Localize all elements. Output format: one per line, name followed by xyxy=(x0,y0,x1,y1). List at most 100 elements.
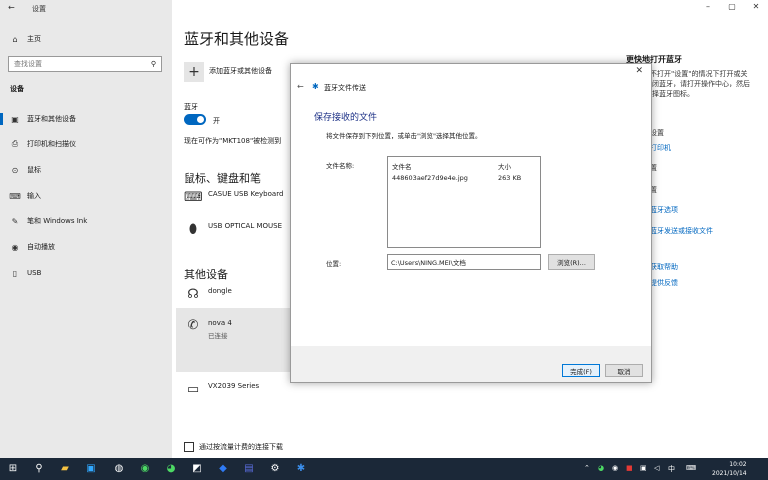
app-icon[interactable]: ◩ xyxy=(190,461,204,475)
phone-icon: ✆ xyxy=(187,318,199,333)
usb-icon: ▯ xyxy=(12,268,18,278)
dialog-close-icon[interactable]: ✕ xyxy=(635,66,643,76)
sidebar-item-label: 蓝牙和其他设备 xyxy=(27,115,76,123)
mouse-icon: ⬮ xyxy=(188,222,198,237)
section-title-other: 其他设备 xyxy=(184,268,228,281)
search-icon[interactable]: ⚲ xyxy=(151,60,156,68)
window-title: 设置 xyxy=(32,5,46,13)
metered-download-option[interactable]: 通过按流量计费的连接下载 xyxy=(184,442,283,452)
dialog-instruction: 将文件保存到下列位置，或单击"浏览"选择其他位置。 xyxy=(326,132,482,140)
page-title: 蓝牙和其他设备 xyxy=(184,30,290,48)
column-header-name[interactable]: 文件名 xyxy=(392,161,412,171)
maximize-button[interactable]: ▢ xyxy=(722,2,742,11)
sidebar-item-pen[interactable]: ✎ 笔和 Windows Ink xyxy=(0,212,172,230)
sidebar-item-label: 笔和 Windows Ink xyxy=(27,217,88,225)
bluetooth-toggle[interactable] xyxy=(184,114,206,125)
clock[interactable]: 10:02 2021/10/14 xyxy=(712,460,747,478)
file-name-cell[interactable]: 448603aef27d9e4e.jpg xyxy=(392,174,468,182)
sidebar-item-printers[interactable]: ⎙ 打印机和扫描仪 xyxy=(0,135,172,153)
settings-sidebar: ← 设置 ⌂ 主页 ⚲ 设备 ▣ 蓝牙和其他设备 ⎙ 打印机和扫描仪 ⊙ 鼠标 … xyxy=(0,0,172,458)
bluetooth-icon: ✱ xyxy=(312,82,319,91)
photoshop-icon[interactable]: ▣ xyxy=(84,461,98,475)
link-printers[interactable]: 打印机 xyxy=(650,143,671,153)
add-device-label[interactable]: 添加蓝牙或其他设备 xyxy=(209,66,272,76)
tray-icon[interactable]: ⌃ xyxy=(584,464,590,472)
ime-icon[interactable]: 中 xyxy=(668,464,675,474)
sidebar-item-label: 自动播放 xyxy=(27,243,55,251)
file-size-cell: 263 KB xyxy=(498,174,522,182)
app-icon[interactable]: ◆ xyxy=(216,461,230,475)
sidebar-item-home[interactable]: ⌂ 主页 xyxy=(0,30,172,48)
bluetooth-icon[interactable]: ✱ xyxy=(294,461,308,475)
clock-date: 2021/10/14 xyxy=(712,470,747,477)
link-get-help[interactable]: 获取帮助 xyxy=(650,262,678,272)
browser-icon[interactable]: ◉ xyxy=(138,461,152,475)
bluetooth-icon: ▣ xyxy=(11,114,19,124)
discoverable-text: 现在可作为"MKT108"被检测到 xyxy=(184,137,282,145)
minimize-button[interactable]: – xyxy=(698,2,718,11)
sidebar-item-bluetooth[interactable]: ▣ 蓝牙和其他设备 xyxy=(0,110,172,128)
mouse-icon: ⊙ xyxy=(11,165,19,175)
dialog-title: 蓝牙文件传送 xyxy=(324,84,366,92)
network-icon[interactable]: ▣ xyxy=(640,464,647,472)
keyboard-icon: ⌨ xyxy=(9,191,21,201)
column-header-size[interactable]: 大小 xyxy=(498,161,511,171)
file-list[interactable]: 文件名 大小 448603aef27d9e4e.jpg 263 KB xyxy=(387,156,541,248)
sidebar-section-title: 设备 xyxy=(10,85,24,93)
cancel-button[interactable]: 取消 xyxy=(605,364,643,377)
metered-label: 通过按流量计费的连接下载 xyxy=(199,443,283,451)
files-label: 文件名称: xyxy=(326,162,355,170)
app-icon[interactable]: ▤ xyxy=(242,461,256,475)
wechat-tray-icon[interactable]: ◕ xyxy=(598,464,604,472)
windows-start-icon[interactable]: ⊞ xyxy=(6,461,20,475)
device-nova[interactable]: nova 4 xyxy=(208,319,232,327)
related-text: 择蓝牙图标。 xyxy=(652,90,694,98)
link-feedback[interactable]: 提供反馈 xyxy=(650,278,678,288)
tray-icon[interactable]: ◉ xyxy=(612,464,618,472)
settings-icon[interactable]: ⚙ xyxy=(268,461,282,475)
sidebar-item-label: USB xyxy=(27,269,42,277)
taskbar: ⊞ ⚲ ▰ ▣ ◍ ◉ ◕ ◩ ◆ ▤ ⚙ ✱ ⌃ ◕ ◉ ■ ▣ ◁ 中 ⌨ … xyxy=(0,458,768,480)
add-device-button[interactable]: + xyxy=(184,62,204,82)
app-icon[interactable]: ◍ xyxy=(112,461,126,475)
printer-icon: ⎙ xyxy=(11,139,19,148)
location-label: 位置: xyxy=(326,260,342,268)
close-button[interactable]: ✕ xyxy=(746,2,766,11)
tray-icon[interactable]: ■ xyxy=(626,464,633,472)
device-dongle[interactable]: dongle xyxy=(208,287,232,295)
sidebar-item-label: 输入 xyxy=(27,192,41,200)
device-monitor[interactable]: VX2039 Series xyxy=(208,382,259,390)
search-input[interactable] xyxy=(14,60,134,68)
search-icon[interactable]: ⚲ xyxy=(32,461,46,475)
file-explorer-icon[interactable]: ▰ xyxy=(58,461,72,475)
browse-button[interactable]: 浏览(R)... xyxy=(548,254,595,270)
link-send-receive[interactable]: 蓝牙发送或接收文件 xyxy=(650,226,713,236)
sidebar-item-autoplay[interactable]: ◉ 自动播放 xyxy=(0,238,172,256)
sidebar-item-mouse[interactable]: ⊙ 鼠标 xyxy=(0,161,172,179)
pen-icon: ✎ xyxy=(11,216,19,226)
device-mouse[interactable]: USB OPTICAL MOUSE xyxy=(208,222,282,230)
monitor-icon: ▭ xyxy=(186,382,200,397)
device-keyboard[interactable]: CASUE USB Keyboard xyxy=(208,190,283,198)
sidebar-item-label: 打印机和扫描仪 xyxy=(27,140,76,148)
section-title-input: 鼠标、键盘和笔 xyxy=(184,172,261,185)
search-box[interactable]: ⚲ xyxy=(8,56,162,72)
metered-checkbox[interactable] xyxy=(184,442,194,452)
device-nova-status: 已连接 xyxy=(208,332,228,340)
bluetooth-transfer-dialog: ✕ ← ✱ 蓝牙文件传送 保存接收的文件 将文件保存到下列位置，或单击"浏览"选… xyxy=(290,63,652,383)
back-arrow-icon[interactable]: ← xyxy=(8,3,15,12)
keyboard-tray-icon[interactable]: ⌨ xyxy=(686,464,696,472)
sidebar-item-label: 主页 xyxy=(27,35,41,43)
dialog-heading: 保存接收的文件 xyxy=(314,113,378,123)
sidebar-item-label: 鼠标 xyxy=(27,166,41,174)
sidebar-item-usb[interactable]: ▯ USB xyxy=(0,264,172,282)
location-field[interactable] xyxy=(387,254,541,270)
finish-button[interactable]: 完成(F) xyxy=(562,364,600,377)
wechat-icon[interactable]: ◕ xyxy=(164,461,178,475)
sidebar-item-typing[interactable]: ⌨ 输入 xyxy=(0,187,172,205)
dialog-back-icon[interactable]: ← xyxy=(297,82,304,91)
keyboard-icon: ⌨ xyxy=(184,190,203,205)
home-icon: ⌂ xyxy=(12,34,18,44)
link-bluetooth-options[interactable]: 蓝牙选项 xyxy=(650,205,678,215)
volume-icon[interactable]: ◁ xyxy=(654,464,659,472)
